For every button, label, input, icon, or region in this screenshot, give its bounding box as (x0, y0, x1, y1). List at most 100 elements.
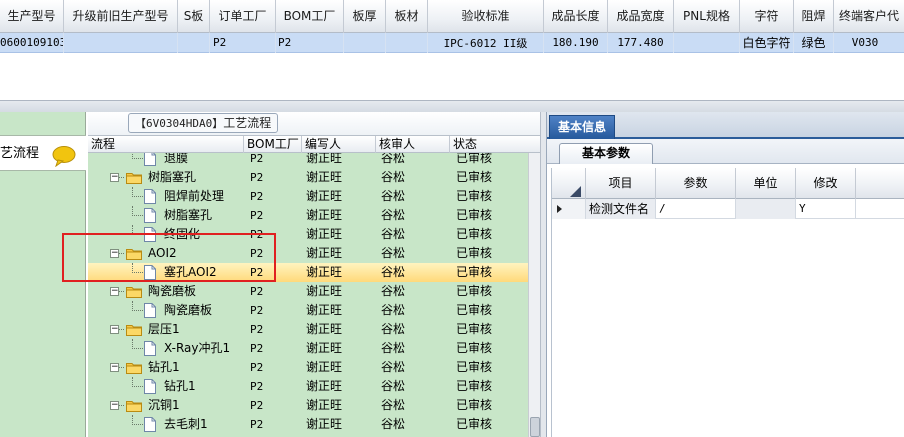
writer: 谢正旺 (306, 284, 343, 298)
col-header-material[interactable]: 板材 (386, 0, 428, 33)
writer: 谢正旺 (306, 208, 343, 222)
process-panel-title: 【6V0304HDA0】工艺流程 (128, 113, 279, 133)
col-header-width[interactable]: 成品宽度 (608, 0, 674, 33)
tree-row[interactable]: 树脂塞孔 P2 谢正旺 谷松 已审核 (88, 206, 528, 225)
expander-icon[interactable]: − (110, 173, 119, 182)
expander-icon[interactable]: − (110, 363, 119, 372)
status: 已审核 (456, 284, 493, 298)
folder-icon (126, 173, 142, 184)
process-panel-titlebar: 【6V0304HDA0】工艺流程 (88, 112, 540, 135)
reviewer: 谷松 (381, 398, 406, 412)
writer: 谢正旺 (306, 398, 343, 412)
status: 已审核 (456, 398, 493, 412)
tree-row[interactable]: − 树脂塞孔 P2 谢正旺 谷松 已审核 (88, 168, 528, 187)
reviewer: 谷松 (381, 227, 406, 241)
tree-row[interactable]: − 钻孔1 P2 谢正旺 谷松 已审核 (88, 358, 528, 377)
cell-material (386, 33, 428, 53)
flow-name: 沉铜1 (148, 398, 180, 412)
folder-icon (126, 401, 142, 412)
cell-model: 0600109103 (0, 33, 64, 53)
tree-row[interactable]: 陶瓷磨板 P2 谢正旺 谷松 已审核 (88, 301, 528, 320)
document-icon (144, 153, 156, 166)
status: 已审核 (456, 189, 493, 203)
flow-name: 钻孔1 (164, 379, 196, 393)
cell-bom-factory: P2 (276, 33, 344, 53)
col-header-thickness[interactable]: 板厚 (344, 0, 386, 33)
col-header-flow[interactable]: 流程 (88, 136, 244, 153)
row-indicator[interactable] (552, 199, 586, 219)
col-header-solder-mask[interactable]: 阻焊 (794, 0, 834, 33)
tree-connector (132, 348, 143, 349)
corner-arrow-icon (570, 186, 581, 197)
expander-icon[interactable]: − (110, 401, 119, 410)
cell-unit (736, 199, 796, 219)
expander-icon[interactable]: − (110, 325, 119, 334)
col-header-character[interactable]: 字符 (740, 0, 794, 33)
col-header-s-board[interactable]: S板 (178, 0, 210, 33)
status: 已审核 (456, 341, 493, 355)
chat-bubble-icon[interactable] (50, 145, 78, 167)
col-header-pnl[interactable]: PNL规格 (674, 0, 740, 33)
params-select-all[interactable] (552, 168, 586, 199)
cell-thickness (344, 33, 386, 53)
cell-width: 177.480 (608, 33, 674, 53)
tree-row[interactable]: 阻焊前处理 P2 谢正旺 谷松 已审核 (88, 187, 528, 206)
params-grid: 项目 参数 单位 修改 检测文件名 / Y (551, 168, 904, 437)
process-tree-header: 流程 BOM工厂 编写人 核审人 状态 (88, 135, 540, 153)
tree-row[interactable]: − 层压1 P2 谢正旺 谷松 已审核 (88, 320, 528, 339)
bom-factory: P2 (250, 342, 264, 355)
col-header-order-factory[interactable]: 订单工厂 (210, 0, 276, 33)
col-header-length[interactable]: 成品长度 (544, 0, 608, 33)
reviewer: 谷松 (381, 417, 406, 431)
writer: 谢正旺 (306, 265, 343, 279)
tree-connector (132, 424, 143, 425)
col-header-writer[interactable]: 编写人 (302, 136, 376, 153)
col-header-reviewer[interactable]: 核审人 (376, 136, 450, 153)
bom-factory: P2 (250, 285, 264, 298)
tree-scrollbar-thumb[interactable] (530, 417, 540, 437)
col-header-bom[interactable]: BOM工厂 (244, 136, 302, 153)
flow-name: 树脂塞孔 (148, 170, 197, 184)
expander-icon[interactable]: − (110, 287, 119, 296)
tab-basic-info[interactable]: 基本信息 (549, 115, 615, 139)
col-header-param[interactable]: 参数 (656, 168, 736, 199)
col-header-bom-factory[interactable]: BOM工厂 (276, 0, 344, 33)
cell-pnl (674, 33, 740, 53)
col-header-status[interactable]: 状态 (450, 136, 540, 153)
col-header-item[interactable]: 项目 (586, 168, 656, 199)
col-header-standard[interactable]: 验收标准 (428, 0, 544, 33)
horizontal-splitter[interactable] (0, 100, 904, 112)
cell-modify[interactable]: Y (796, 199, 856, 219)
document-icon (144, 341, 156, 356)
col-header-modify[interactable]: 修改 (796, 168, 856, 199)
tree-row[interactable]: 钻孔1 P2 谢正旺 谷松 已审核 (88, 377, 528, 396)
col-header-unit[interactable]: 单位 (736, 168, 796, 199)
table-row[interactable]: 检测文件名 / Y (552, 199, 904, 219)
tab-basic-params[interactable]: 基本参数 (559, 143, 653, 164)
bom-factory: P2 (250, 380, 264, 393)
cell-order-factory: P2 (210, 33, 276, 53)
col-header-model[interactable]: 生产型号 (0, 0, 64, 33)
table-row[interactable]: 0600109103 P2 P2 IPC-6012 II级 180.190 17… (0, 33, 904, 53)
writer: 谢正旺 (306, 170, 343, 184)
tree-row[interactable]: 去毛刺1 P2 谢正旺 谷松 已审核 (88, 415, 528, 434)
flow-name: 阻焊前处理 (164, 189, 225, 203)
cell-standard: IPC-6012 II级 (428, 33, 544, 53)
bom-factory: P2 (250, 190, 264, 203)
col-header-old-model[interactable]: 升级前旧生产型号 (64, 0, 178, 33)
status: 已审核 (456, 170, 493, 184)
document-icon (144, 189, 156, 204)
params-grid-header: 项目 参数 单位 修改 (552, 168, 904, 199)
cell-param[interactable]: / (656, 199, 736, 219)
tree-row[interactable]: 退膜 P2 谢正旺 谷松 已审核 (88, 153, 528, 168)
col-header-customer[interactable]: 终端客户代 (834, 0, 904, 33)
tree-row[interactable]: − 沉铜1 P2 谢正旺 谷松 已审核 (88, 396, 528, 415)
folder-icon (126, 287, 142, 298)
tree-row[interactable]: X-Ray冲孔1 P2 谢正旺 谷松 已审核 (88, 339, 528, 358)
folder-icon (126, 363, 142, 374)
process-title-text: 工艺流程 (223, 116, 272, 130)
tree-scrollbar[interactable] (528, 153, 540, 437)
tree-row[interactable]: − 陶瓷磨板 P2 谢正旺 谷松 已审核 (88, 282, 528, 301)
flow-name: 陶瓷磨板 (164, 303, 213, 317)
flow-name: 层压1 (148, 322, 180, 336)
